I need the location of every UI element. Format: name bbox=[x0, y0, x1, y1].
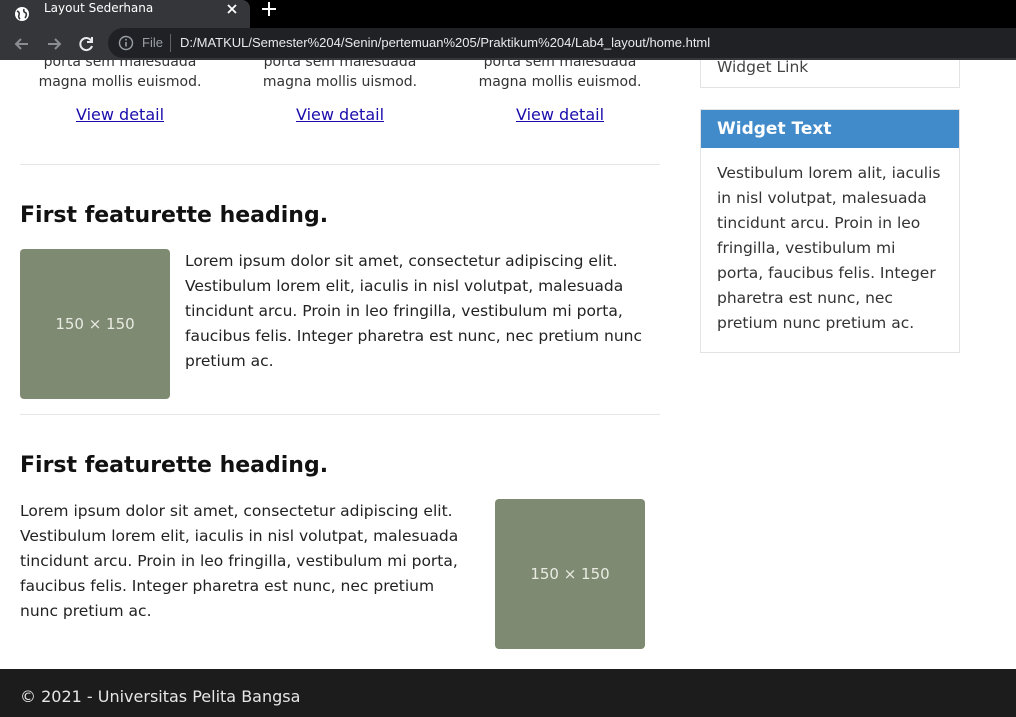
divider bbox=[170, 34, 171, 52]
widget-text-panel: Widget Text Vestibulum lorem alit, iacul… bbox=[700, 109, 960, 353]
column-text: porta sem malesuada magna mollis euismod… bbox=[38, 60, 202, 90]
back-arrow-icon[interactable] bbox=[12, 34, 32, 54]
image-size-label: 150 × 150 bbox=[55, 315, 135, 333]
featurette-heading: First featurette heading. bbox=[20, 203, 329, 228]
widget-link[interactable]: Widget Link bbox=[717, 60, 808, 76]
column-2: porta sem malesuada magna mollis uismod.… bbox=[240, 60, 440, 124]
globe-icon bbox=[15, 7, 29, 21]
featurette-image: 150 × 150 bbox=[20, 249, 170, 399]
featurette-heading: First featurette heading. bbox=[20, 453, 329, 478]
url-text[interactable]: D:/MATKUL/Semester%204/Senin/pertemuan%2… bbox=[180, 35, 710, 50]
featurette-text: Lorem ipsum dolor sit amet, consectetur … bbox=[185, 252, 643, 370]
view-detail-link[interactable]: View detail bbox=[76, 105, 164, 124]
info-icon[interactable] bbox=[118, 35, 134, 51]
new-tab-icon[interactable] bbox=[260, 0, 278, 18]
close-icon[interactable] bbox=[224, 1, 240, 17]
image-size-label: 150 × 150 bbox=[530, 565, 610, 583]
footer-copyright: © 2021 - Universitas Pelita Bangsa bbox=[20, 687, 301, 706]
column-1: porta sem malesuada magna mollis euismod… bbox=[20, 60, 220, 124]
view-detail-link[interactable]: View detail bbox=[296, 105, 384, 124]
divider bbox=[20, 414, 660, 415]
featurette-text: Lorem ipsum dolor sit amet, consectetur … bbox=[20, 502, 459, 620]
tab-strip: Layout Sederhana bbox=[0, 0, 1016, 28]
featurette-image: 150 × 150 bbox=[495, 499, 645, 649]
page-viewport: porta sem malesuada magna mollis euismod… bbox=[0, 60, 1016, 717]
widget-body-text: Vestibulum lorem alit, iaculis in nisl v… bbox=[717, 164, 941, 332]
column-text: porta sem malesuada magna mollis euismod… bbox=[478, 60, 642, 90]
view-detail-link[interactable]: View detail bbox=[516, 105, 604, 124]
column-text: porta sem malesuada magna mollis uismod. bbox=[262, 60, 418, 90]
page-footer: © 2021 - Universitas Pelita Bangsa bbox=[0, 669, 1016, 717]
forward-arrow-icon[interactable] bbox=[44, 34, 64, 54]
tab-title: Layout Sederhana bbox=[44, 1, 154, 15]
browser-tab[interactable]: Layout Sederhana bbox=[0, 0, 250, 28]
divider bbox=[20, 164, 660, 165]
widget-links-panel: Widget Link bbox=[700, 60, 960, 88]
reload-icon[interactable] bbox=[76, 34, 96, 54]
scheme-label: File bbox=[142, 35, 163, 50]
widget-title: Widget Text bbox=[701, 110, 959, 148]
browser-toolbar: File D:/MATKUL/Semester%204/Senin/pertem… bbox=[0, 28, 1016, 60]
address-bar[interactable]: File D:/MATKUL/Semester%204/Senin/pertem… bbox=[108, 28, 1016, 58]
column-3: porta sem malesuada magna mollis euismod… bbox=[460, 60, 660, 124]
